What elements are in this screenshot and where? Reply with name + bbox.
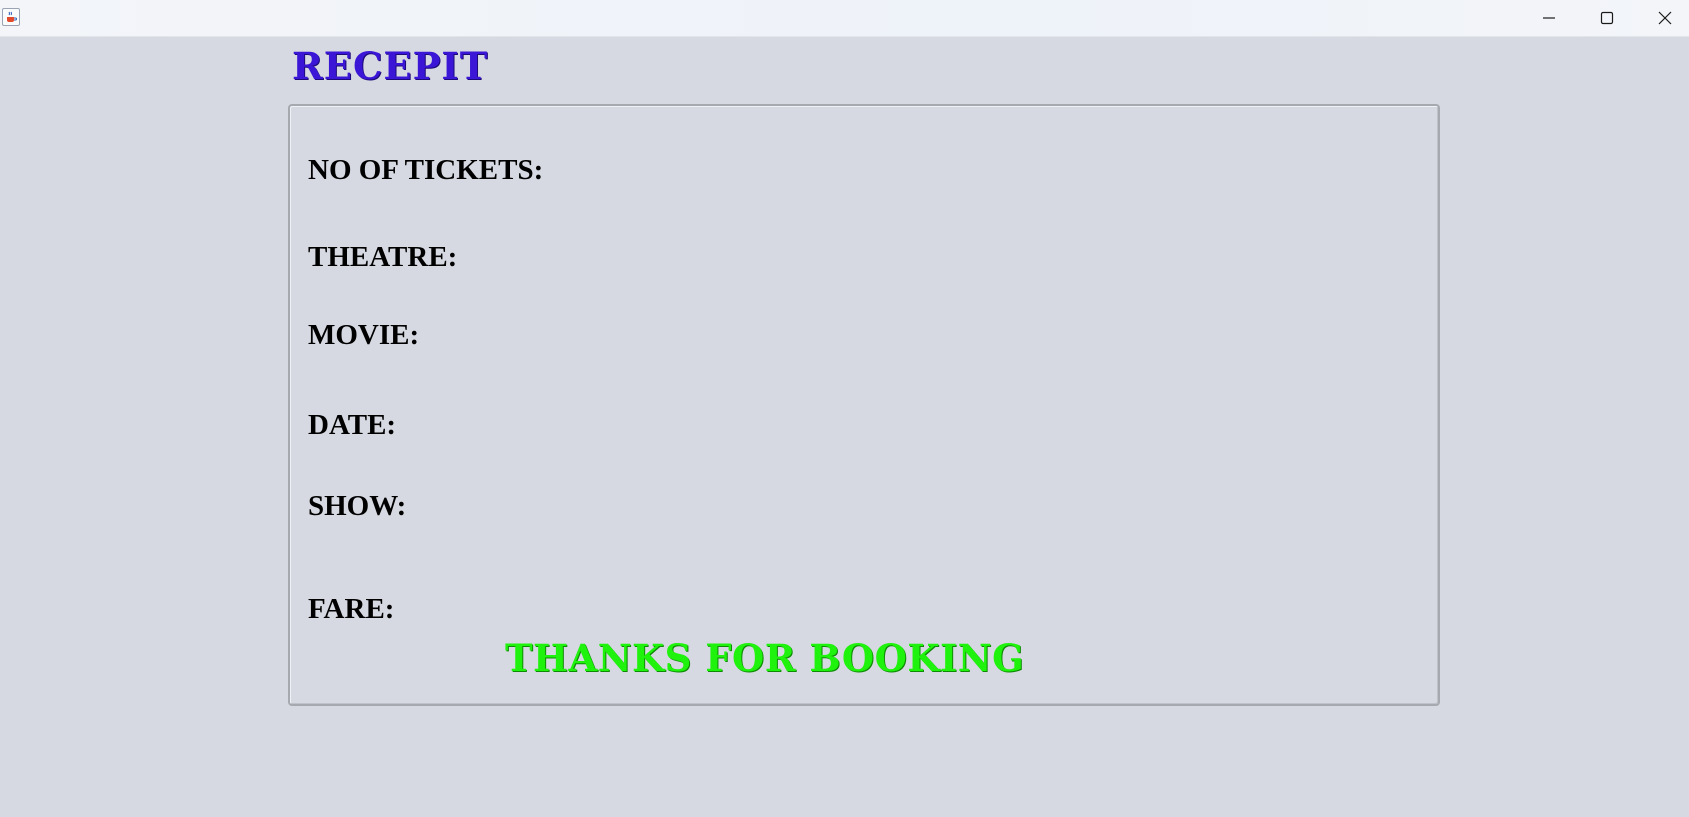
theatre-label: THEATRE: <box>308 241 458 273</box>
maximize-icon <box>1600 11 1614 25</box>
fare-label: FARE: <box>308 593 395 625</box>
java-coffee-icon[interactable] <box>2 8 20 26</box>
maximize-button[interactable] <box>1578 0 1636 36</box>
show-label: SHOW: <box>308 490 407 522</box>
movie-label: MOVIE: <box>308 319 420 351</box>
minimize-button[interactable] <box>1520 0 1578 36</box>
date-label: DATE: <box>308 409 397 441</box>
close-button[interactable] <box>1636 0 1689 36</box>
window-titlebar <box>0 0 1689 37</box>
receipt-panel <box>288 104 1440 706</box>
tickets-label: NO OF TICKETS: <box>308 154 544 186</box>
receipt-title: RECEPIT <box>292 44 489 88</box>
close-icon <box>1658 11 1672 25</box>
minimize-icon <box>1543 17 1555 19</box>
thanks-message: THANKS FOR BOOKING <box>505 636 1025 680</box>
